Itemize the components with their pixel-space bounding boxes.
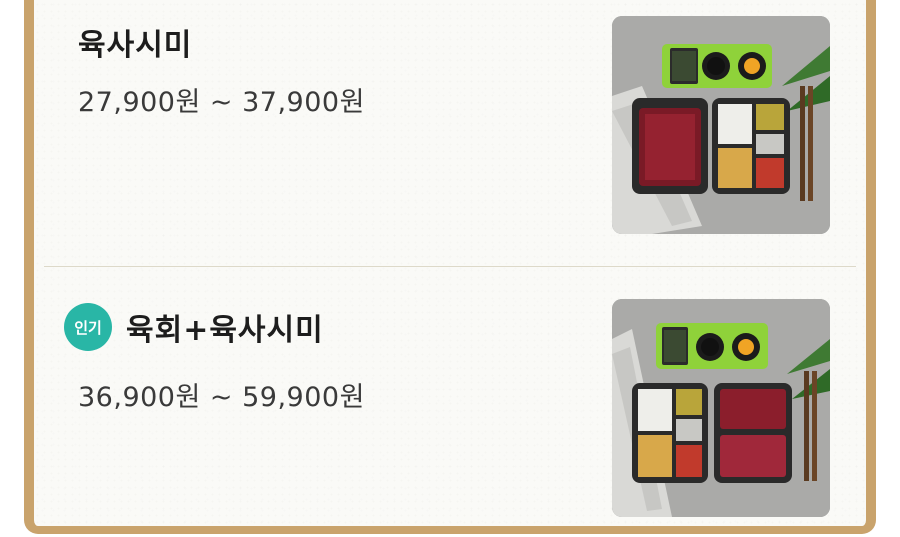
food-photo-icon	[612, 16, 830, 234]
popular-badge: 인기	[64, 303, 112, 351]
menu-item-price: 27,900원 ~ 37,900원	[78, 87, 365, 118]
food-photo-icon	[612, 299, 830, 517]
menu-item-name-row: 인기 육회+육사시미	[64, 303, 324, 351]
menu-item-name: 육사시미	[78, 28, 193, 63]
menu-list-frame: 육사시미 27,900원 ~ 37,900원 인기 육회+육사시미 36,900…	[24, 0, 876, 534]
menu-item-yukhoe-yuksashimi[interactable]: 인기 육회+육사시미 36,900원 ~ 59,900원	[44, 267, 856, 529]
menu-item-yuksashimi[interactable]: 육사시미 27,900원 ~ 37,900원	[44, 0, 856, 266]
menu-item-photo[interactable]	[612, 16, 830, 234]
menu-item-name: 육회+육사시미	[126, 313, 324, 348]
menu-item-price: 36,900원 ~ 59,900원	[78, 382, 365, 413]
menu-item-photo[interactable]	[612, 299, 830, 517]
menu-item-name-row: 육사시미	[78, 20, 192, 64]
